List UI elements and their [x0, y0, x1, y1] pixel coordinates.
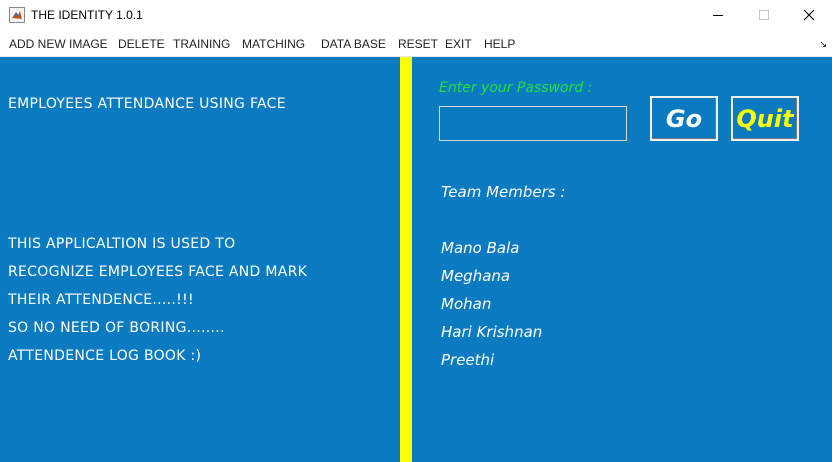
minimize-button[interactable]: [695, 0, 741, 31]
menu-help[interactable]: HELP: [484, 37, 515, 51]
maximize-icon: [759, 10, 769, 20]
description-line-2: RECOGNIZE EMPLOYEES FACE AND MARK: [8, 264, 308, 280]
title-bar: THE IDENTITY 1.0.1: [0, 0, 832, 31]
matlab-icon: [9, 7, 25, 23]
toolbar-toggle-icon[interactable]: ↘: [819, 40, 827, 50]
menu-add-new-image[interactable]: ADD NEW IMAGE: [9, 37, 108, 51]
menu-exit[interactable]: EXIT: [445, 37, 472, 51]
team-member: Preethi: [441, 351, 495, 369]
quit-button[interactable]: Quit: [731, 96, 799, 141]
window-title: THE IDENTITY 1.0.1: [31, 8, 143, 22]
team-member: Mohan: [441, 295, 492, 313]
go-button[interactable]: Go: [650, 96, 718, 141]
close-button[interactable]: [786, 0, 832, 31]
menu-reset[interactable]: RESET: [398, 37, 438, 51]
minimize-icon: [713, 15, 723, 16]
team-member: Mano Bala: [441, 239, 520, 257]
password-label: Enter your Password :: [439, 80, 593, 96]
password-input[interactable]: [439, 106, 627, 141]
description-line-1: THIS APPLICALTION IS USED TO: [8, 236, 236, 252]
team-member: Meghana: [441, 267, 511, 285]
close-icon: [803, 9, 815, 21]
menu-delete[interactable]: DELETE: [118, 37, 165, 51]
menu-matching[interactable]: MATCHING: [242, 37, 305, 51]
team-members-label: Team Members :: [441, 183, 566, 201]
description-line-3: THEIR ATTENDENCE.....!!!: [8, 292, 194, 308]
description-line-5: ATTENDENCE LOG BOOK :): [8, 348, 202, 364]
panel-divider: [400, 57, 412, 462]
app-heading: EMPLOYEES ATTENDANCE USING FACE: [8, 96, 286, 112]
menu-data-base[interactable]: DATA BASE: [321, 37, 386, 51]
menu-training[interactable]: TRAINING: [173, 37, 230, 51]
description-line-4: SO NO NEED OF BORING........: [8, 320, 225, 336]
maximize-button[interactable]: [741, 0, 787, 31]
menu-bar: ADD NEW IMAGE DELETE TRAINING MATCHING D…: [0, 31, 832, 57]
team-member: Hari Krishnan: [441, 323, 543, 341]
